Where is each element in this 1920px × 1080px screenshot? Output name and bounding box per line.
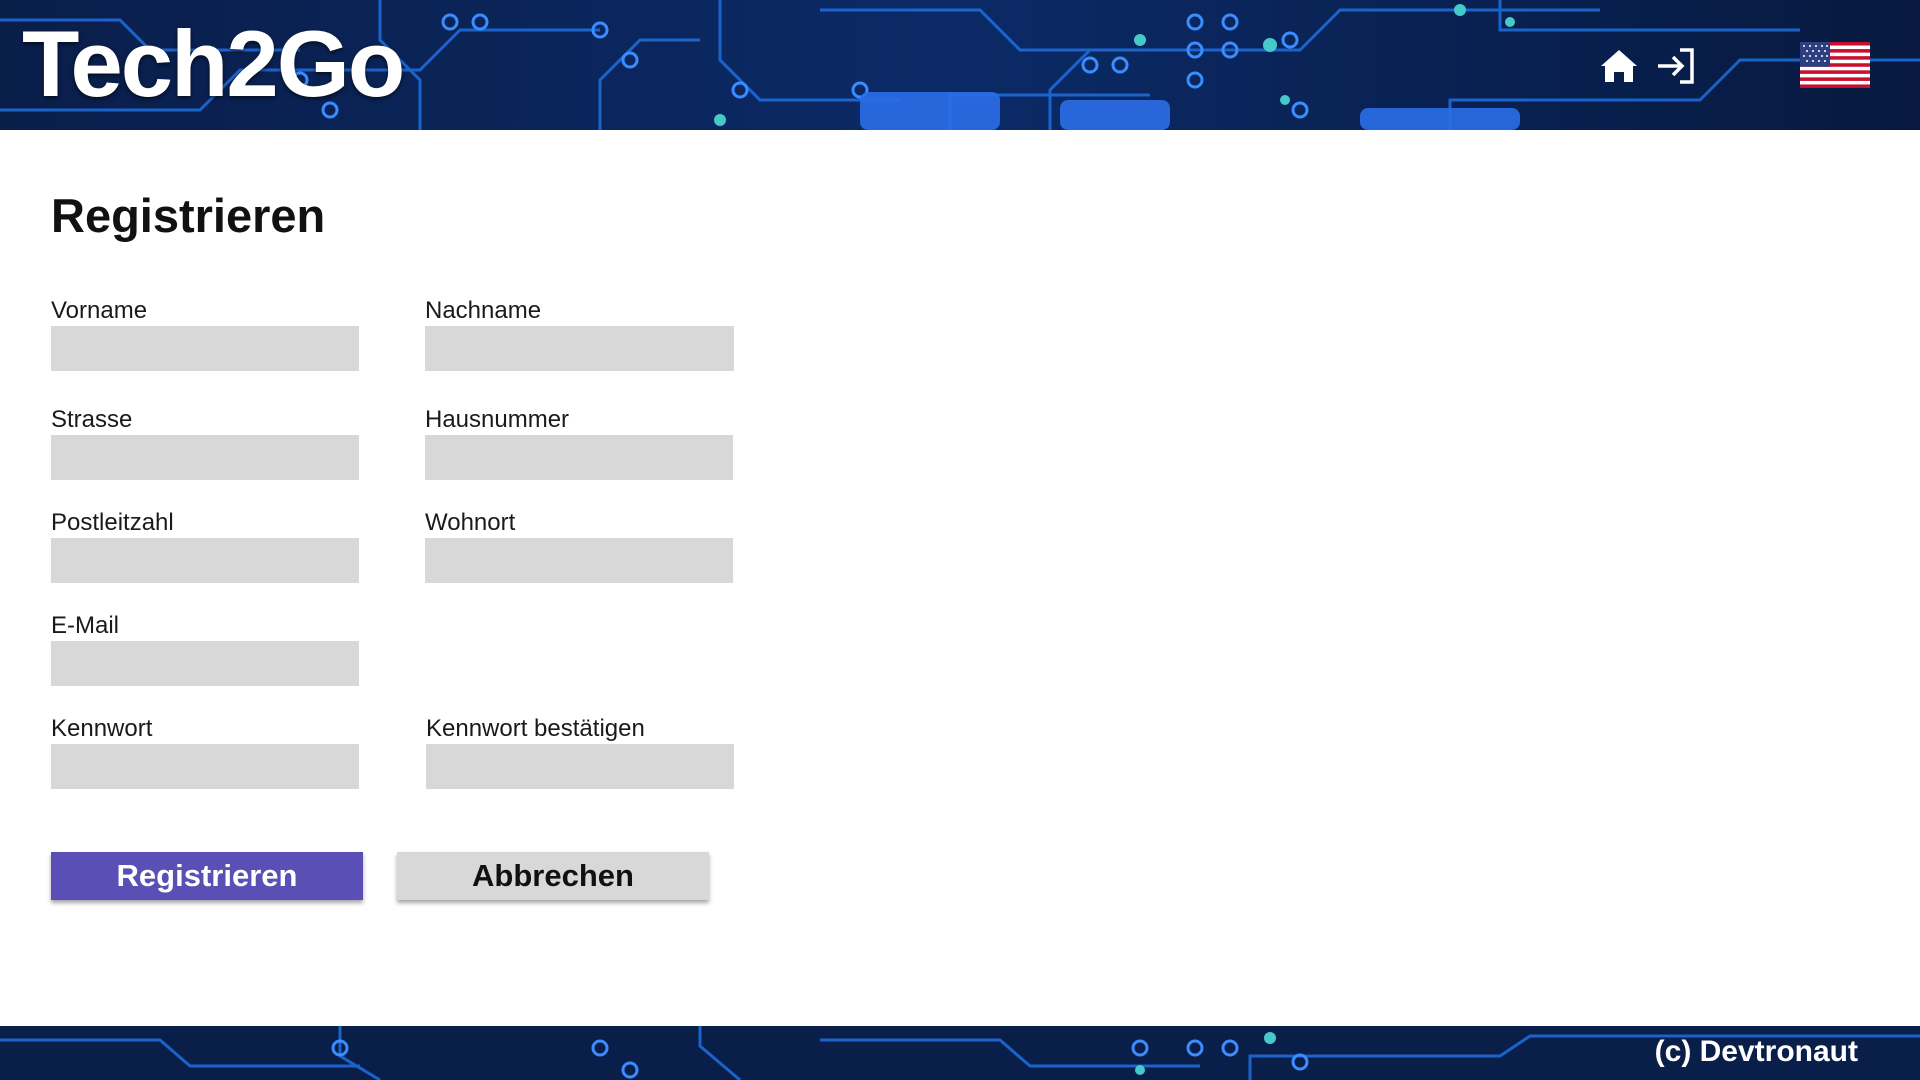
password-label: Kennwort	[51, 715, 153, 742]
footer-bar: (c) Devtronaut	[0, 1026, 1920, 1080]
email-input[interactable]	[51, 641, 359, 686]
first-name-input[interactable]	[51, 326, 359, 371]
home-icon[interactable]	[1597, 44, 1641, 88]
first-name-label: Vorname	[51, 297, 148, 324]
last-name-input[interactable]	[425, 326, 734, 371]
last-name-label: Nachname	[425, 297, 542, 324]
house-number-label: Hausnummer	[425, 406, 570, 433]
copyright-text: (c) Devtronaut	[1654, 1035, 1858, 1068]
app-logo[interactable]: Tech2Go	[22, 12, 405, 116]
cancel-button[interactable]: Abbrechen	[397, 852, 709, 900]
password-confirm-label: Kennwort bestätigen	[426, 715, 645, 742]
city-input[interactable]	[425, 538, 733, 583]
login-icon[interactable]	[1654, 44, 1698, 88]
header-bar: Tech2Go	[0, 0, 1920, 130]
password-confirm-input[interactable]	[426, 744, 734, 789]
house-number-input[interactable]	[425, 435, 733, 480]
postal-code-input[interactable]	[51, 538, 359, 583]
circuit-background	[0, 1026, 1920, 1080]
email-label: E-Mail	[51, 612, 120, 639]
password-input[interactable]	[51, 744, 359, 789]
city-label: Wohnort	[425, 509, 516, 536]
us-flag-icon[interactable]	[1800, 42, 1870, 88]
street-label: Strasse	[51, 406, 133, 433]
street-input[interactable]	[51, 435, 359, 480]
postal-code-label: Postleitzahl	[51, 509, 174, 536]
page-title: Registrieren	[51, 189, 326, 242]
register-button[interactable]: Registrieren	[51, 852, 363, 900]
